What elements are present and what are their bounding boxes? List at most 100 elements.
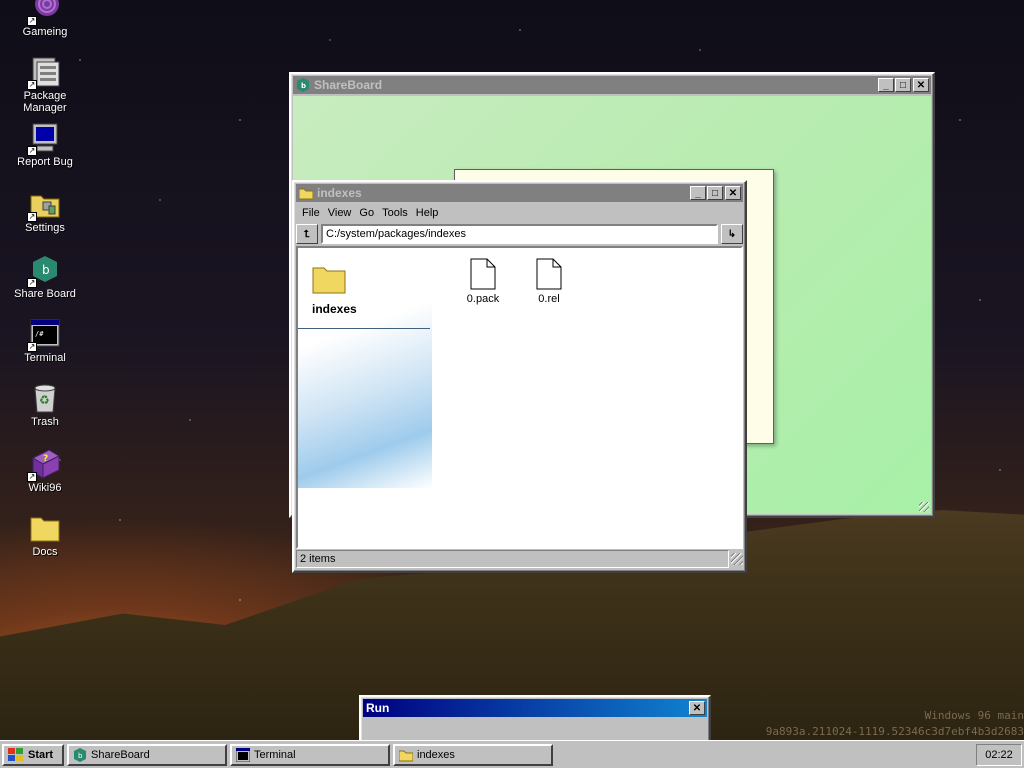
desktop-icon-label: Trash	[31, 416, 59, 428]
shortcut-arrow-icon: ↗	[27, 146, 37, 156]
build-watermark: Windows 96 main 9a893a.211024-1119.52346…	[704, 708, 1024, 740]
resize-grip-icon[interactable]	[919, 502, 929, 512]
address-row: ⮤ C:/system/packages/indexes ↳	[294, 222, 745, 246]
start-label: Start	[28, 748, 54, 761]
task-label: ShareBoard	[91, 748, 150, 761]
desktop-icon-label: Package Manager	[23, 90, 67, 114]
file-name: 0.pack	[466, 293, 500, 305]
file-view[interactable]: indexes 0.pack 0.rel	[296, 246, 743, 549]
task-label: indexes	[417, 748, 455, 761]
package-manager-icon: ↗	[27, 56, 61, 90]
start-button[interactable]: Start	[2, 743, 64, 766]
up-folder-button[interactable]: ⮤	[296, 224, 318, 244]
maximize-button[interactable]: □	[895, 78, 911, 92]
recycle-bin-icon: ♻	[29, 382, 61, 414]
minimize-button[interactable]: _	[878, 78, 894, 92]
watermark-line-2: 9a893a.211024-1119.52346c3d7ebf4b3d2683	[765, 725, 1024, 738]
desktop-icon-gameing[interactable]: ↗ Gameing	[12, 0, 78, 38]
desktop-icon-label: Terminal	[24, 352, 66, 364]
file-icon	[536, 258, 562, 290]
desktop-icon-label: Wiki96	[28, 482, 62, 494]
task-label: Terminal	[254, 748, 296, 761]
close-button[interactable]: ✕	[725, 186, 741, 200]
shortcut-arrow-icon: ↗	[27, 212, 37, 222]
file-icon	[470, 258, 496, 290]
taskbar-item-terminal[interactable]: Terminal	[230, 743, 390, 766]
settings-folder-icon: ↗	[27, 188, 61, 222]
desktop-icon-label: Report Bug	[17, 156, 73, 168]
svg-text:b: b	[78, 752, 83, 760]
desktop-icon-terminal[interactable]: /# ↗ Terminal	[12, 318, 78, 364]
svg-text:?: ?	[43, 454, 48, 464]
taskbar: Start b ShareBoard Terminal indexes 02:2…	[0, 740, 1024, 768]
terminal-icon	[236, 747, 250, 762]
taskbar-item-indexes[interactable]: indexes	[393, 743, 553, 766]
system-clock[interactable]: 02:22	[976, 743, 1022, 766]
address-bar[interactable]: C:/system/packages/indexes	[321, 224, 718, 244]
resize-grip-icon[interactable]	[731, 553, 743, 565]
folder-sidebar: indexes	[298, 248, 432, 488]
desktop-icon-report-bug[interactable]: ↗ Report Bug	[12, 122, 78, 168]
desktop-icon-docs[interactable]: Docs	[12, 512, 78, 558]
computer-icon: ↗	[27, 122, 61, 156]
svg-text:/#: /#	[35, 330, 44, 338]
terminal-icon: /# ↗	[27, 318, 61, 352]
window-title: indexes	[317, 186, 362, 200]
desktop-icon-label: Share Board	[14, 288, 76, 300]
shortcut-arrow-icon: ↗	[27, 472, 37, 482]
desktop-icon-label: Docs	[32, 546, 58, 558]
minimize-button[interactable]: _	[690, 186, 706, 200]
clock-text: 02:22	[985, 748, 1013, 761]
sidebar-folder-name: indexes	[312, 302, 357, 316]
svg-text:b: b	[42, 263, 50, 277]
folder-icon	[312, 267, 346, 294]
fingerprint-icon: ↗	[27, 0, 61, 26]
file-item[interactable]: 0.pack	[458, 258, 508, 305]
shareboard-icon: b	[74, 747, 86, 762]
shortcut-arrow-icon: ↗	[27, 278, 37, 288]
desktop-icon-label: Settings	[25, 222, 65, 234]
run-titlebar[interactable]: Run ✕	[363, 699, 707, 717]
watermark-line-1: Windows 96 main	[924, 709, 1024, 722]
status-bar: 2 items	[296, 549, 743, 569]
shortcut-arrow-icon: ↗	[27, 342, 37, 352]
menu-bar: File View Go Tools Help	[294, 204, 745, 222]
svg-text:b: b	[301, 82, 306, 90]
desktop-icon-share-board[interactable]: b ↗ Share Board	[12, 254, 78, 300]
menu-file[interactable]: File	[298, 207, 324, 219]
go-button[interactable]: ↳	[721, 224, 743, 244]
windows-logo-icon	[8, 747, 23, 761]
folder-icon	[29, 512, 61, 544]
shortcut-arrow-icon: ↗	[27, 16, 37, 26]
desktop-icon-wiki96[interactable]: ? ↗ Wiki96	[12, 448, 78, 494]
shareboard-titlebar[interactable]: b ShareBoard _ □ ✕	[293, 76, 931, 94]
desktop-icon-label: Gameing	[22, 26, 68, 38]
help-book-icon: ? ↗	[27, 448, 61, 482]
desktop-icon-trash[interactable]: ♻ Trash	[12, 382, 78, 428]
menu-go[interactable]: Go	[355, 207, 378, 219]
folder-icon	[399, 750, 413, 761]
folder-icon	[299, 188, 313, 200]
address-text: C:/system/packages/indexes	[326, 228, 467, 240]
close-button[interactable]: ✕	[689, 701, 705, 715]
status-text: 2 items	[300, 553, 336, 565]
menu-help[interactable]: Help	[412, 207, 443, 219]
close-button[interactable]: ✕	[913, 78, 929, 92]
file-item[interactable]: 0.rel	[524, 258, 574, 305]
explorer-window[interactable]: indexes _ □ ✕ File View Go Tools Help ⮤ …	[292, 180, 747, 573]
explorer-titlebar[interactable]: indexes _ □ ✕	[296, 184, 743, 202]
maximize-button[interactable]: □	[707, 186, 723, 200]
status-panel: 2 items	[296, 550, 729, 568]
window-title: Run	[366, 701, 390, 715]
run-dialog[interactable]: Run ✕	[359, 695, 711, 745]
svg-text:♻: ♻	[39, 393, 50, 407]
shortcut-arrow-icon: ↗	[27, 80, 37, 90]
window-title: ShareBoard	[314, 78, 383, 92]
taskbar-item-shareboard[interactable]: b ShareBoard	[67, 743, 227, 766]
menu-view[interactable]: View	[324, 207, 356, 219]
desktop-icon-settings[interactable]: ↗ Settings	[12, 188, 78, 234]
shareboard-icon: b ↗	[27, 254, 61, 288]
sidebar-divider	[298, 328, 430, 329]
desktop-icon-package-manager[interactable]: ↗ Package Manager	[12, 56, 78, 114]
menu-tools[interactable]: Tools	[378, 207, 412, 219]
